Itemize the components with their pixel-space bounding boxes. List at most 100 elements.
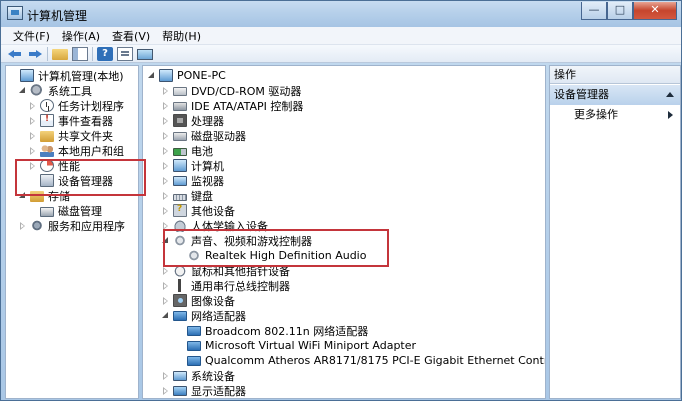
console-tree-item[interactable]: 系统工具 xyxy=(18,83,92,98)
menu-action[interactable]: 操作(A) xyxy=(56,28,106,44)
keyboard-icon xyxy=(173,194,187,201)
device-tree-root[interactable]: PONE-PC xyxy=(147,68,226,83)
expand-icon[interactable] xyxy=(161,206,170,215)
title-bar[interactable]: 计算机管理 — □ ✕ xyxy=(1,1,681,27)
console-tree-item[interactable]: 任务计划程序 xyxy=(28,98,124,113)
collapse-icon[interactable] xyxy=(18,86,27,95)
collapse-icon[interactable] xyxy=(161,311,170,320)
collapse-icon[interactable] xyxy=(161,236,170,245)
console-tree-item[interactable]: 设备管理器 xyxy=(28,173,113,188)
console-tree-item[interactable]: 磁盘管理 xyxy=(28,203,102,218)
mouse-icon xyxy=(173,264,187,277)
device-tree-item[interactable]: 系统设备 xyxy=(161,368,235,383)
tree-item-label: 系统设备 xyxy=(191,369,235,383)
forward-arrow-icon[interactable] xyxy=(27,47,43,61)
cpu-icon xyxy=(173,114,187,127)
minimize-button[interactable]: — xyxy=(581,2,607,20)
expand-icon[interactable] xyxy=(161,221,170,230)
toolbar: ? xyxy=(1,45,681,63)
device-tree-item[interactable]: Realtek High Definition Audio xyxy=(175,248,366,263)
up-folder-icon[interactable] xyxy=(52,49,68,60)
toolbar-separator xyxy=(92,46,93,61)
expand-icon[interactable] xyxy=(28,101,37,110)
console-tree-item[interactable]: 存储 xyxy=(18,188,70,203)
console-tree-item[interactable]: 计算机管理(本地) xyxy=(8,68,124,83)
expand-icon[interactable] xyxy=(161,281,170,290)
more-actions-item[interactable]: 更多操作 xyxy=(550,107,680,123)
expand-icon[interactable] xyxy=(28,131,37,140)
expand-icon[interactable] xyxy=(161,101,170,110)
expand-icon[interactable] xyxy=(161,371,170,380)
show-hide-tree-icon[interactable] xyxy=(72,46,88,61)
tree-item-label: 图像设备 xyxy=(191,294,235,308)
expand-icon[interactable] xyxy=(161,191,170,200)
console-tree-item[interactable]: 事件查看器 xyxy=(28,113,113,128)
expand-icon[interactable] xyxy=(161,161,170,170)
device-tree-item[interactable]: 键盘 xyxy=(161,188,213,203)
computer-management-window: 计算机管理 — □ ✕ 文件(F) 操作(A) 查看(V) 帮助(H) ? 计算… xyxy=(0,0,682,401)
expand-icon[interactable] xyxy=(161,266,170,275)
tree-item-label: 鼠标和其他指针设备 xyxy=(191,264,290,278)
device-tree-item[interactable]: IDE ATA/ATAPI 控制器 xyxy=(161,98,303,113)
menu-view[interactable]: 查看(V) xyxy=(106,28,156,44)
collapse-icon[interactable] xyxy=(18,191,27,200)
expand-icon[interactable] xyxy=(161,131,170,140)
properties-icon[interactable] xyxy=(117,46,133,61)
expand-icon[interactable] xyxy=(28,161,37,170)
device-tree-item[interactable]: Qualcomm Atheros AR8171/8175 PCI-E Gigab… xyxy=(175,353,545,368)
console-tree-item[interactable]: 性能 xyxy=(28,158,80,173)
device-tree-item[interactable]: 计算机 xyxy=(161,158,224,173)
device-tree-item[interactable]: 声音、视频和游戏控制器 xyxy=(161,233,312,248)
expand-icon[interactable] xyxy=(28,146,37,155)
device-tree-root-label: PONE-PC xyxy=(177,69,226,82)
back-arrow-icon[interactable] xyxy=(7,47,23,61)
tree-item-label: 事件查看器 xyxy=(58,114,113,128)
menu-help[interactable]: 帮助(H) xyxy=(156,28,207,44)
device-tree-item[interactable]: 图像设备 xyxy=(161,293,235,308)
tree-item-label: 磁盘管理 xyxy=(58,204,102,218)
expand-icon[interactable] xyxy=(18,221,27,230)
expand-icon[interactable] xyxy=(161,146,170,155)
menu-file[interactable]: 文件(F) xyxy=(7,28,56,44)
expand-icon[interactable] xyxy=(161,386,170,395)
network-icon xyxy=(187,341,201,351)
device-tree-item[interactable]: 处理器 xyxy=(161,113,224,128)
device-tree-item[interactable]: 网络适配器 xyxy=(161,308,246,323)
expand-icon[interactable] xyxy=(28,116,37,125)
tree-item-label: 声音、视频和游戏控制器 xyxy=(191,234,312,248)
device-tree-item[interactable]: Broadcom 802.11n 网络适配器 xyxy=(175,323,368,338)
close-button[interactable]: ✕ xyxy=(633,2,677,20)
display-icon xyxy=(173,386,187,396)
tree-item-label: 显示适配器 xyxy=(191,384,246,398)
device-tree-item[interactable]: 人体学输入设备 xyxy=(161,218,268,233)
collapse-up-icon[interactable] xyxy=(666,92,674,97)
expand-icon[interactable] xyxy=(161,116,170,125)
monitor-icon[interactable] xyxy=(137,48,153,60)
device-tree-item[interactable]: 电池 xyxy=(161,143,213,158)
device-tree-item[interactable]: Microsoft Virtual WiFi Miniport Adapter xyxy=(175,338,416,353)
device-tree-item[interactable]: 通用串行总线控制器 xyxy=(161,278,290,293)
console-tree-item[interactable]: 本地用户和组 xyxy=(28,143,124,158)
tree-item-label: Microsoft Virtual WiFi Miniport Adapter xyxy=(205,339,417,352)
device-tree-item[interactable]: DVD/CD-ROM 驱动器 xyxy=(161,83,301,98)
computer-icon xyxy=(20,69,34,82)
console-tree-item[interactable]: 共享文件夹 xyxy=(28,128,113,143)
device-tree-item[interactable]: 监视器 xyxy=(161,173,224,188)
actions-header: 操作 xyxy=(550,66,680,84)
console-tree-item[interactable]: 服务和应用程序 xyxy=(18,218,125,233)
maximize-button[interactable]: □ xyxy=(607,2,633,20)
computer-icon xyxy=(159,69,173,82)
device-tree-item[interactable]: 显示适配器 xyxy=(161,383,246,398)
device-tree-item[interactable]: 其他设备 xyxy=(161,203,235,218)
expand-icon[interactable] xyxy=(161,176,170,185)
device-tree-item[interactable]: 磁盘驱动器 xyxy=(161,128,246,143)
collapse-icon[interactable] xyxy=(147,71,156,80)
network-icon xyxy=(187,326,201,336)
services-icon xyxy=(30,219,44,232)
expand-icon[interactable] xyxy=(161,296,170,305)
help-icon[interactable]: ? xyxy=(97,46,113,61)
device-tree-item[interactable]: 鼠标和其他指针设备 xyxy=(161,263,290,278)
expand-icon[interactable] xyxy=(161,86,170,95)
actions-section-device-manager[interactable]: 设备管理器 xyxy=(550,85,680,105)
